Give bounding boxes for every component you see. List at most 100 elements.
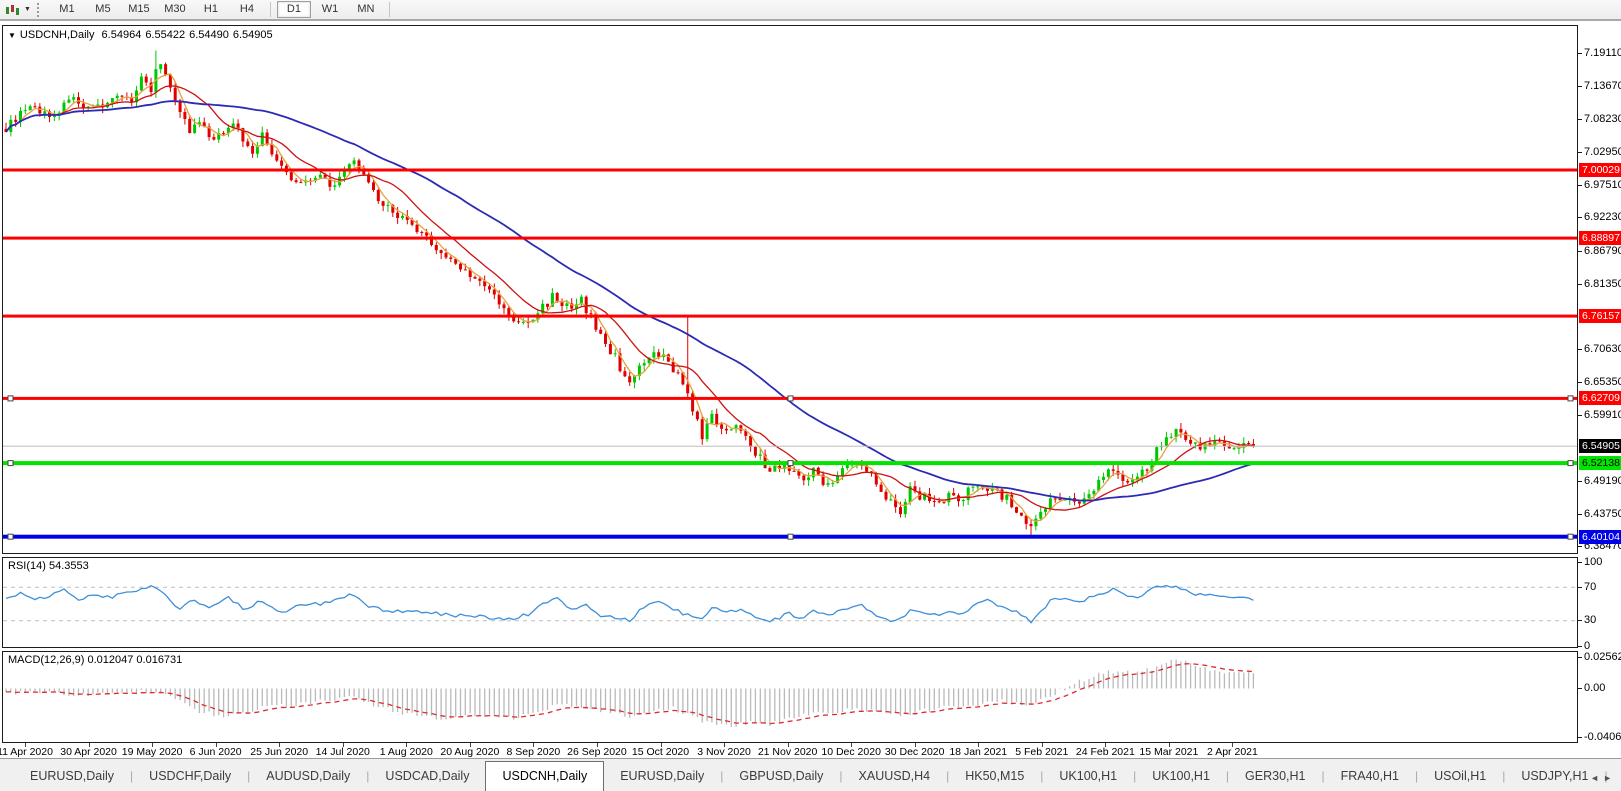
tab-uk100-h1[interactable]: UK100,H1 [1043, 764, 1133, 791]
date-axis-label: 14 Jul 2020 [315, 746, 370, 758]
rsi-axis-tick-mark [1578, 645, 1582, 647]
macd-axis-tick-mark [1578, 656, 1582, 658]
chart-tab-bar: EURUSD,Daily | USDCHF,Daily | AUDUSD,Daily | U… [0, 758, 1621, 791]
rsi-axis-tick-mark [1578, 561, 1582, 563]
macd-indicator-label: MACD(12,26,9) 0.012047 0.016731 [8, 654, 183, 666]
macd-axis-tick-label: 0.025623 [1584, 650, 1621, 663]
price-axis-tick-mark [1578, 52, 1582, 54]
price-axis-tick-mark [1578, 184, 1582, 186]
price-line-label-chip[interactable]: 6.76157 [1579, 309, 1621, 324]
tab-scroll-arrows: ◄► [1590, 773, 1616, 783]
tab-ger30-h1[interactable]: GER30,H1 [1229, 764, 1321, 791]
date-axis-label: 30 Apr 2020 [60, 746, 117, 758]
rsi-axis-tick-label: 30 [1584, 614, 1597, 627]
tab-uk100-h1[interactable]: UK100,H1 [1136, 764, 1226, 791]
rsi-indicator-pane[interactable] [2, 557, 1578, 648]
price-axis-tick-mark [1578, 217, 1582, 219]
tab-hk50-m15[interactable]: HK50,M15 [949, 764, 1040, 791]
date-axis-label: 30 Dec 2020 [884, 746, 945, 758]
price-axis-tick-label: 7.19110 [1584, 46, 1621, 59]
date-axis-label: 10 Dec 2020 [821, 746, 881, 758]
rsi-axis-tick-mark [1578, 620, 1582, 622]
date-axis-label: 15 Mar 2021 [1139, 746, 1199, 758]
price-line-label-chip[interactable]: 6.40104 [1579, 529, 1621, 544]
tab-usdcnh-daily[interactable]: USDCNH,Daily [485, 761, 605, 791]
price-axis-tick-mark [1578, 283, 1582, 285]
price-axis-tick-label: 6.59910 [1584, 409, 1621, 422]
tab-usdchf-daily[interactable]: USDCHF,Daily [133, 764, 247, 791]
price-axis-tick-label: 6.97510 [1584, 178, 1621, 191]
tab-audusd-daily[interactable]: AUDUSD,Daily [250, 764, 366, 791]
price-axis-tick-label: 6.65350 [1584, 375, 1621, 388]
date-axis-label: 21 Nov 2020 [757, 746, 818, 758]
timeframe-h4[interactable]: H4 [230, 1, 264, 18]
price-chart-pane[interactable] [2, 25, 1578, 554]
timeframe-mn[interactable]: MN [349, 1, 383, 18]
price-line-label-chip[interactable]: 7.00029 [1579, 163, 1621, 177]
price-axis-tick-mark [1578, 151, 1582, 153]
timeframe-m5[interactable]: M5 [86, 1, 120, 18]
price-axis-tick-label: 6.86790 [1584, 244, 1621, 257]
price-axis-tick-label: 6.43750 [1584, 507, 1621, 520]
price-line-label-chip[interactable]: 6.62709 [1579, 391, 1621, 406]
ohlc-close: 6.54905 [232, 29, 273, 41]
date-axis-label: 24 Feb 2021 [1075, 746, 1135, 758]
price-axis-tick-mark [1578, 480, 1582, 482]
date-axis-label: 20 Aug 2020 [440, 746, 500, 758]
date-axis-label: 19 May 2020 [121, 746, 183, 758]
timeframe-h1[interactable]: H1 [194, 1, 228, 18]
chart-type-icon[interactable] [4, 3, 22, 17]
date-axis-label: 3 Nov 2020 [697, 746, 751, 758]
ohlc-open: 6.54964 [101, 29, 142, 41]
macd-axis-tick-label: 0.00 [1584, 682, 1606, 694]
timeframe-m15[interactable]: M15 [122, 1, 156, 18]
price-axis-tick-mark [1578, 415, 1582, 417]
price-line-label-chip[interactable]: 6.52138 [1579, 456, 1621, 471]
toolbar-grip[interactable] [36, 2, 43, 17]
ohlc-toggle-icon[interactable]: ▼ [8, 31, 16, 40]
timeframe-m1[interactable]: M1 [50, 1, 84, 18]
tab-scroll-right-icon[interactable]: ► [1603, 773, 1616, 783]
price-axis-tick-mark [1578, 381, 1582, 383]
date-axis-label: 8 Sep 2020 [506, 746, 561, 758]
date-axis-label: 1 Aug 2020 [379, 746, 433, 758]
tab-gbpusd-daily[interactable]: GBPUSD,Daily [723, 764, 839, 791]
price-axis-tick-label: 6.92230 [1584, 211, 1621, 224]
chart-title: ▼ USDCNH,Daily 6.54964 6.55422 6.54490 6.549… [8, 29, 277, 41]
timeframe-m30[interactable]: M30 [158, 1, 192, 18]
timeframe-d1[interactable]: D1 [276, 1, 311, 18]
date-axis-label: 11 Apr 2020 [0, 746, 53, 758]
tab-scroll-left-icon[interactable]: ◄ [1590, 773, 1603, 783]
terminal-window: ▼ M1 M5 M15 M30 H1 H4 D1 W1 MN ▼ USDCNH,Daily 6.5… [0, 0, 1621, 791]
price-axis-tick-label: 6.81350 [1584, 277, 1621, 290]
tab-xauusd-h4[interactable]: XAUUSD,H4 [843, 764, 947, 791]
date-axis-label: 5 Feb 2021 [1015, 746, 1069, 758]
tab-strip: EURUSD,Daily | USDCHF,Daily | AUDUSD,Daily | U… [14, 761, 1621, 791]
price-axis-tick-mark [1578, 86, 1582, 88]
toolbar-separator [388, 2, 390, 17]
tab-usoil-h1[interactable]: USOil,H1 [1418, 764, 1502, 791]
price-line-label-chip[interactable]: 6.54905 [1579, 439, 1621, 454]
tab-eurusd-daily[interactable]: EURUSD,Daily [14, 764, 130, 791]
price-line-label-chip[interactable]: 6.88897 [1579, 231, 1621, 246]
tab-usdcad-daily[interactable]: USDCAD,Daily [369, 764, 485, 791]
date-axis-label: 15 Oct 2020 [631, 746, 690, 758]
macd-axis-tick-label: -0.040687 [1584, 730, 1621, 743]
price-axis-tick-label: 7.02950 [1584, 145, 1621, 158]
tab-eurusd-daily[interactable]: EURUSD,Daily [604, 764, 720, 791]
timeframe-w1[interactable]: W1 [313, 1, 347, 18]
rsi-axis-tick-label: 100 [1584, 555, 1603, 568]
price-axis-tick-mark [1578, 119, 1582, 121]
date-axis[interactable]: 11 Apr 2020 30 Apr 2020 19 May 2020 6 Jun 2… [0, 743, 1621, 758]
macd-indicator-pane[interactable] [2, 651, 1578, 743]
timeframe-buttons: M1 M5 M15 M30 H1 H4 D1 W1 MN [49, 1, 395, 18]
rsi-indicator-label: RSI(14) 54.3553 [8, 560, 89, 572]
chart-type-dropdown-caret[interactable]: ▼ [24, 6, 31, 13]
macd-axis-tick-mark [1578, 736, 1582, 738]
tab-fra40-h1[interactable]: FRA40,H1 [1325, 764, 1415, 791]
price-axis-tick-mark [1578, 513, 1582, 515]
date-axis-label: 26 Sep 2020 [567, 746, 627, 758]
price-axis-tick-label: 6.70630 [1584, 343, 1621, 356]
rsi-axis-tick-mark [1578, 586, 1582, 588]
date-axis-label: 6 Jun 2020 [189, 746, 242, 758]
